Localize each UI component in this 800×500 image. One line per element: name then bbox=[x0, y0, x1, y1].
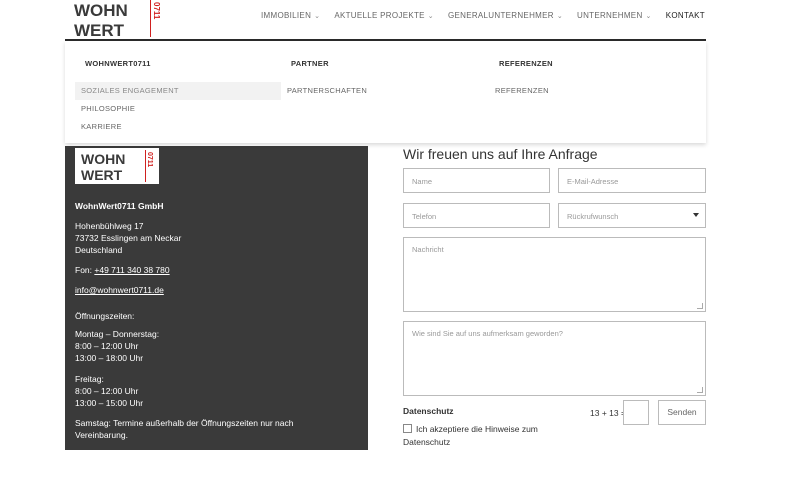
phone-field[interactable]: Telefon bbox=[403, 203, 550, 228]
main-nav: IMMOBILIEN ⌄ AKTUELLE PROJEKTE ⌄ GENERALUN… bbox=[261, 11, 705, 20]
company-name: WohnWert0711 GmbH bbox=[75, 201, 164, 211]
menu-column-wohnwert: WOHNWERT0711 SOZIALES ENGAGEMENT PHILOSO… bbox=[75, 41, 281, 136]
chevron-down-icon: ⌄ bbox=[314, 12, 321, 20]
mega-menu-dropdown: WOHNWERT0711 SOZIALES ENGAGEMENT PHILOSO… bbox=[65, 41, 706, 143]
menu-item-soziales-engagement[interactable]: SOZIALES ENGAGEMENT bbox=[75, 82, 281, 100]
message-textarea[interactable]: Nachricht bbox=[403, 237, 706, 312]
callback-select[interactable]: Rückrufwunsch bbox=[558, 203, 706, 228]
menu-column-title: WOHNWERT0711 bbox=[85, 59, 151, 68]
privacy-checkbox[interactable] bbox=[403, 424, 412, 433]
phone-prefix: Fon: bbox=[75, 265, 95, 275]
hours-sat-1: Samstag: Termine außerhalb der Öffnungsz… bbox=[75, 418, 294, 428]
hours-fri-1: 8:00 – 12:00 Uhr bbox=[75, 386, 139, 396]
nav-label: GENERALUNTERNEHMER bbox=[447, 11, 554, 20]
chevron-down-icon bbox=[693, 213, 699, 217]
resize-handle-icon[interactable] bbox=[697, 387, 703, 393]
card-logo: WOHN WERT 0711 bbox=[75, 148, 159, 184]
menu-column-links: SOZIALES ENGAGEMENT PHILOSOPHIE KARRIERE bbox=[75, 82, 281, 136]
source-placeholder: Wie sind Sie auf uns aufmerksam geworden… bbox=[412, 329, 563, 338]
privacy-accept-text-1: Ich akzeptiere die Hinweise zum bbox=[416, 424, 538, 434]
menu-column-links: REFERENZEN bbox=[493, 82, 693, 100]
phone-link[interactable]: +49 711 340 38 780 bbox=[94, 265, 169, 275]
source-textarea[interactable]: Wie sind Sie auf uns aufmerksam geworden… bbox=[403, 321, 706, 396]
nav-item-generalunternehmer[interactable]: GENERALUNTERNEHMER ⌄ bbox=[448, 11, 563, 20]
menu-item-referenzen[interactable]: REFERENZEN bbox=[493, 82, 693, 100]
logo-text-vertical: 0711 bbox=[146, 152, 153, 167]
nav-label: UNTERNEHMEN bbox=[577, 11, 643, 20]
logo-text-2: WERT bbox=[74, 21, 125, 38]
hours-mon-thu-label: Montag – Donnerstag: bbox=[75, 329, 160, 339]
email-field[interactable]: E-Mail-Adresse bbox=[558, 168, 706, 193]
logo-text-2: WERT bbox=[81, 167, 123, 183]
menu-column-partner: PARTNER PARTNERSCHAFTEN bbox=[285, 41, 485, 100]
hours-sat-2: Vereinbarung. bbox=[75, 430, 128, 440]
chevron-down-icon: ⌄ bbox=[645, 12, 652, 20]
wohnwert-logo-small: WOHN WERT 0711 bbox=[81, 150, 153, 183]
menu-column-title: PARTNER bbox=[291, 59, 329, 68]
form-title: Wir freuen uns auf Ihre Anfrage bbox=[403, 146, 598, 162]
name-placeholder: Name bbox=[412, 177, 433, 186]
chevron-down-icon: ⌄ bbox=[427, 12, 434, 20]
menu-column-referenzen: REFERENZEN REFERENZEN bbox=[493, 41, 693, 100]
address-country: Deutschland bbox=[75, 245, 123, 255]
hours-mon-thu-2: 13:00 – 18:00 Uhr bbox=[75, 353, 144, 363]
phone-placeholder: Telefon bbox=[412, 212, 437, 221]
nav-label: IMMOBILIEN bbox=[261, 11, 312, 20]
callback-selected: Rückrufwunsch bbox=[567, 212, 619, 221]
menu-item-karriere[interactable]: KARRIERE bbox=[75, 118, 281, 136]
menu-column-links: PARTNERSCHAFTEN bbox=[285, 82, 485, 100]
hours-title: Öffnungszeiten: bbox=[75, 311, 135, 321]
hours-mon-thu-1: 8:00 – 12:00 Uhr bbox=[75, 341, 139, 351]
resize-handle-icon[interactable] bbox=[697, 303, 703, 309]
privacy-accept-text-2: Datenschutz bbox=[403, 437, 451, 447]
privacy-label: Datenschutz bbox=[403, 406, 454, 416]
logo-text-vertical: 0711 bbox=[152, 2, 161, 20]
email-link[interactable]: info@wohnwert0711.de bbox=[75, 284, 164, 296]
nav-item-unternehmen[interactable]: UNTERNEHMEN ⌄ bbox=[577, 11, 652, 20]
captcha-question: 13 + 13 = bbox=[590, 408, 626, 418]
contact-card: WOHN WERT 0711 WohnWert0711 GmbH Hohenbü… bbox=[65, 146, 368, 450]
nav-item-kontakt[interactable]: KONTAKT bbox=[666, 11, 705, 20]
nav-item-immobilien[interactable]: IMMOBILIEN ⌄ bbox=[261, 11, 320, 20]
address-street: Hohenbühlweg 17 bbox=[75, 221, 144, 231]
nav-label: KONTAKT bbox=[665, 11, 705, 20]
nav-label: AKTUELLE PROJEKTE bbox=[334, 11, 425, 20]
site-header: WOHN WERT 0711 IMMOBILIEN ⌄ AKTUELLE PROJ… bbox=[0, 0, 800, 41]
submit-button[interactable]: Senden bbox=[658, 400, 706, 425]
wohnwert-logo[interactable]: WOHN WERT 0711 bbox=[74, 0, 162, 38]
hours-fri-2: 13:00 – 15:00 Uhr bbox=[75, 398, 144, 408]
phone-line: Fon: +49 711 340 38 780 bbox=[75, 264, 170, 276]
address-city: 73732 Esslingen am Neckar bbox=[75, 233, 182, 243]
name-field[interactable]: Name bbox=[403, 168, 550, 193]
hours-fri-label: Freitag: bbox=[75, 374, 104, 384]
nav-item-aktuelle-projekte[interactable]: AKTUELLE PROJEKTE ⌄ bbox=[334, 11, 434, 20]
menu-item-partnerschaften[interactable]: PARTNERSCHAFTEN bbox=[285, 82, 485, 100]
chevron-down-icon: ⌄ bbox=[556, 12, 563, 20]
message-placeholder: Nachricht bbox=[412, 245, 444, 254]
menu-column-title: REFERENZEN bbox=[499, 59, 553, 68]
logo-text-1: WOHN bbox=[74, 1, 128, 20]
menu-item-philosophie[interactable]: PHILOSOPHIE bbox=[75, 100, 281, 118]
logo-text-1: WOHN bbox=[81, 151, 125, 167]
captcha-input[interactable] bbox=[623, 400, 649, 425]
email-placeholder: E-Mail-Adresse bbox=[567, 177, 619, 186]
